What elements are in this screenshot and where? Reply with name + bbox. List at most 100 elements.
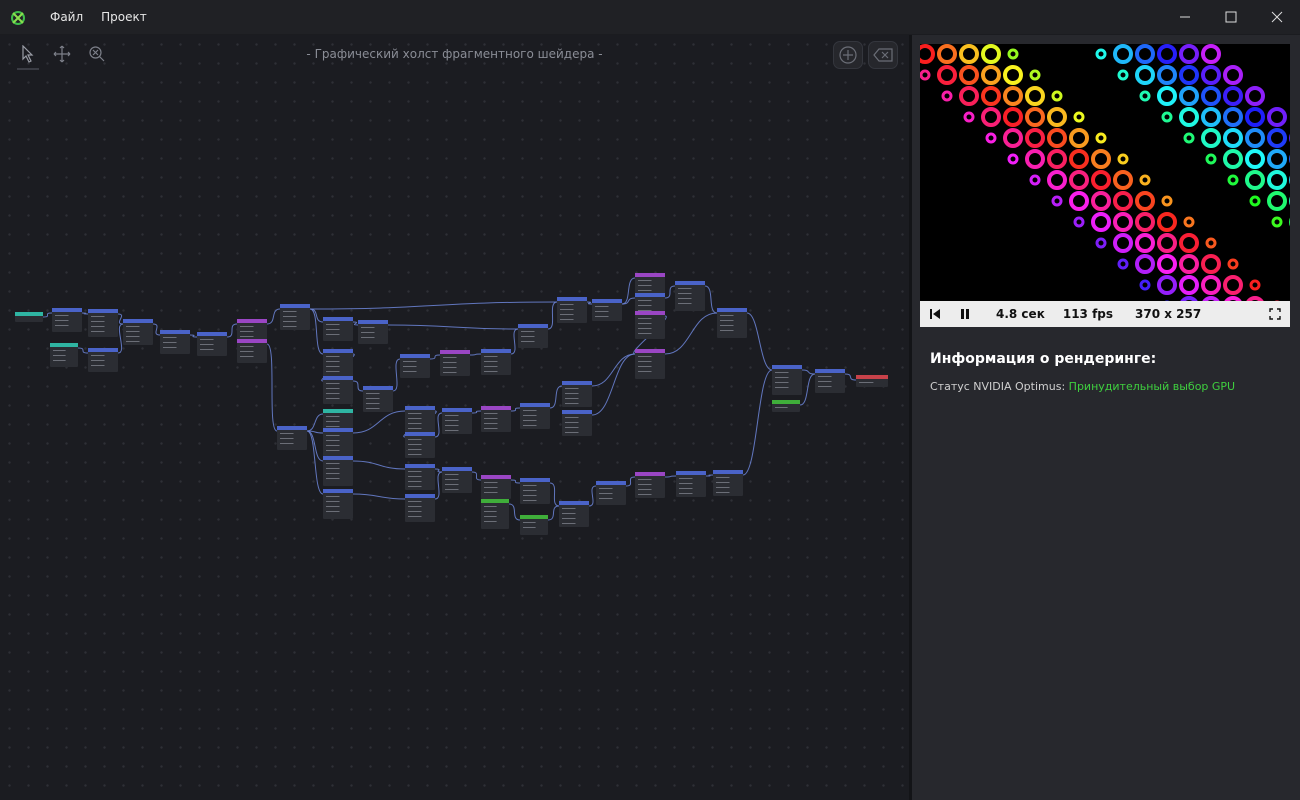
preview-ring <box>1223 107 1243 127</box>
preview-ring <box>1047 107 1067 127</box>
shader-node[interactable] <box>323 428 353 458</box>
shader-node[interactable] <box>675 281 705 311</box>
preview-ring <box>1201 128 1221 148</box>
shader-node[interactable] <box>405 464 435 490</box>
shader-node[interactable] <box>237 339 267 363</box>
menu-file[interactable]: Файл <box>41 0 92 34</box>
minimize-button[interactable] <box>1162 0 1208 34</box>
shader-node[interactable] <box>772 365 802 395</box>
shader-node[interactable] <box>442 408 472 434</box>
maximize-button[interactable] <box>1208 0 1254 34</box>
preview-ring <box>1223 275 1243 295</box>
shader-graph-canvas[interactable]: - Графический холст фрагментного шейдера… <box>0 35 909 800</box>
title-bar: Файл Проект <box>0 0 1300 34</box>
shader-node[interactable] <box>280 304 310 330</box>
preview-ring <box>1157 44 1177 64</box>
shader-node[interactable] <box>635 311 665 339</box>
preview-ring <box>1025 86 1045 106</box>
shader-node[interactable] <box>772 400 800 412</box>
node-graph[interactable] <box>0 35 909 800</box>
shader-node[interactable] <box>442 467 472 493</box>
shader-node[interactable] <box>440 350 470 376</box>
preview-ring <box>1179 233 1199 253</box>
preview-ring <box>941 90 953 102</box>
shader-node[interactable] <box>160 330 190 354</box>
shader-node[interactable] <box>592 299 622 321</box>
fullscreen-button[interactable] <box>1260 301 1290 327</box>
node-link <box>471 410 482 414</box>
shader-node[interactable] <box>713 470 743 496</box>
optimus-value: Принудительный выбор GPU <box>1068 380 1236 393</box>
shader-node[interactable] <box>520 515 548 535</box>
preview-ring <box>1139 174 1151 186</box>
shader-node[interactable] <box>676 471 706 497</box>
shader-node[interactable] <box>815 369 845 393</box>
playback-time: 4.8 сек <box>996 307 1045 321</box>
preview-ring <box>1161 111 1173 123</box>
shader-node[interactable] <box>405 406 435 434</box>
preview-ring <box>1201 44 1221 64</box>
preview-ring <box>1095 237 1107 249</box>
add-node-button[interactable] <box>833 41 863 69</box>
shader-node[interactable] <box>323 456 353 486</box>
shader-node[interactable] <box>856 375 888 387</box>
shader-node[interactable] <box>323 317 353 341</box>
shader-node[interactable] <box>323 409 353 431</box>
backspace-icon <box>873 48 893 62</box>
shader-node[interactable] <box>50 343 78 367</box>
shader-node[interactable] <box>123 319 153 345</box>
shader-node[interactable] <box>405 494 435 522</box>
shader-node[interactable] <box>323 349 353 377</box>
node-link <box>508 503 521 521</box>
menu-project[interactable]: Проект <box>92 0 156 34</box>
pause-icon <box>961 309 969 319</box>
shader-preview[interactable] <box>920 44 1290 301</box>
preview-ring <box>1157 275 1177 295</box>
shader-node[interactable] <box>197 332 227 356</box>
node-link <box>591 353 636 387</box>
shader-node[interactable] <box>635 472 665 498</box>
preview-ring <box>1069 128 1089 148</box>
shader-node[interactable] <box>562 381 592 407</box>
shader-node[interactable] <box>562 410 592 436</box>
node-link <box>352 321 359 326</box>
shader-node[interactable] <box>323 376 353 404</box>
shader-node[interactable] <box>518 324 548 348</box>
preview-ring <box>1179 86 1199 106</box>
shader-node[interactable] <box>277 426 307 450</box>
preview-ring <box>1205 153 1217 165</box>
shader-node[interactable] <box>559 501 589 527</box>
restart-button[interactable] <box>920 301 950 327</box>
node-link <box>547 301 558 330</box>
node-link <box>352 493 406 500</box>
node-link <box>799 373 816 406</box>
fullscreen-icon <box>1269 308 1281 320</box>
shader-node[interactable] <box>520 478 550 504</box>
shader-node[interactable] <box>481 499 509 529</box>
shader-node[interactable] <box>481 349 511 375</box>
shader-node[interactable] <box>15 312 43 322</box>
shader-node[interactable] <box>481 475 511 499</box>
shader-node[interactable] <box>400 354 430 378</box>
delete-node-button[interactable] <box>868 41 898 69</box>
shader-node[interactable] <box>557 297 587 323</box>
shader-node[interactable] <box>717 308 747 338</box>
shader-node[interactable] <box>88 348 118 372</box>
preview-ring <box>981 86 1001 106</box>
shader-node[interactable] <box>52 308 82 332</box>
shader-node[interactable] <box>520 403 550 429</box>
shader-node[interactable] <box>635 349 665 379</box>
shader-node[interactable] <box>88 309 118 337</box>
shader-node[interactable] <box>596 481 626 505</box>
preview-ring <box>1179 107 1199 127</box>
shader-node[interactable] <box>323 489 353 519</box>
close-button[interactable] <box>1254 0 1300 34</box>
pause-button[interactable] <box>950 301 980 327</box>
preview-ring <box>1201 86 1221 106</box>
node-link <box>81 312 89 315</box>
shader-node[interactable] <box>481 406 511 432</box>
node-link <box>664 312 718 355</box>
shader-node[interactable] <box>405 432 435 458</box>
shader-node[interactable] <box>358 320 388 344</box>
shader-node[interactable] <box>363 386 393 412</box>
